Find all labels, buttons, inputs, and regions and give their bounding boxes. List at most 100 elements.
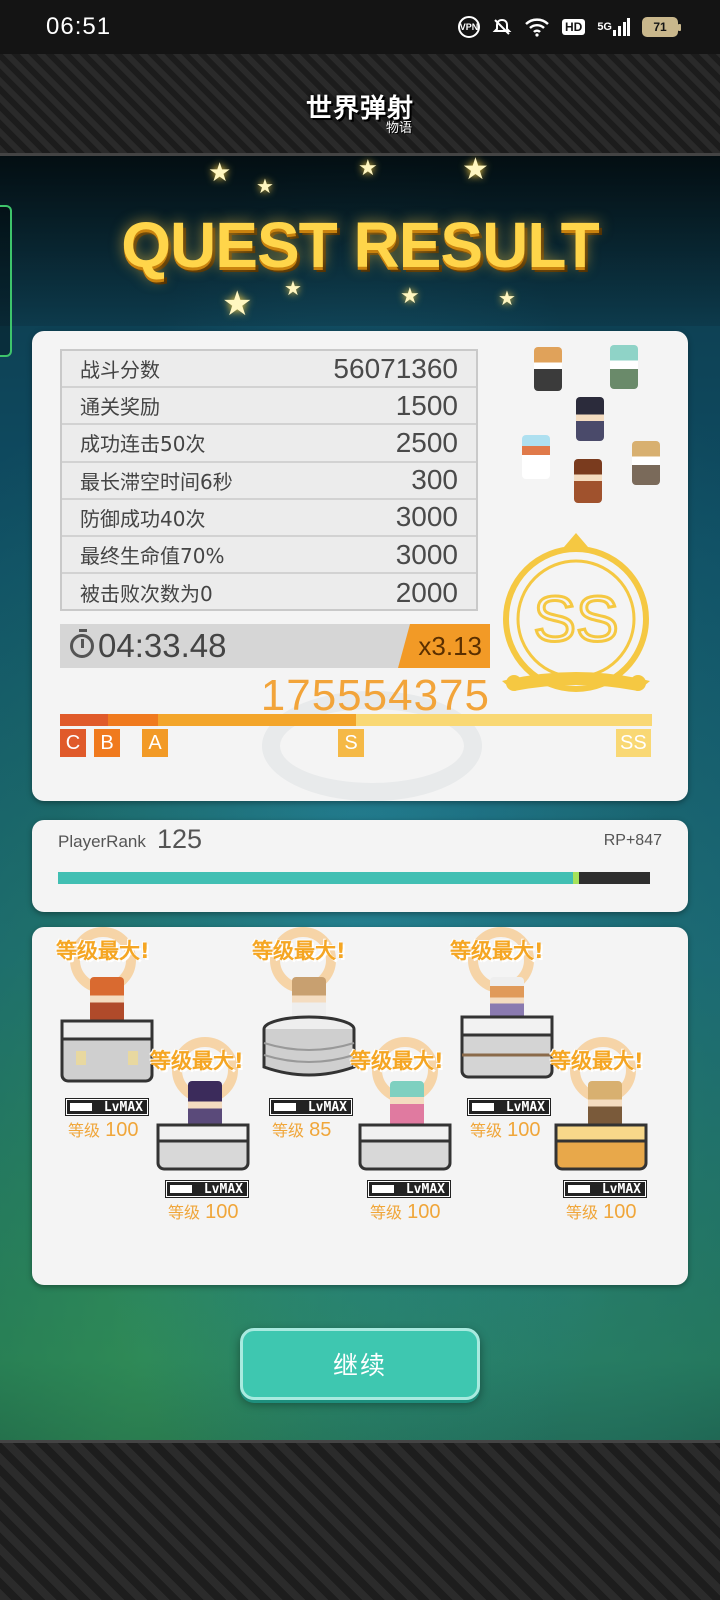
network-type: 5G xyxy=(597,21,612,33)
member-level: 等级 100 xyxy=(68,1117,138,1142)
status-time: 06:51 xyxy=(46,13,112,40)
rank-marker-b: B xyxy=(94,729,120,757)
level-max-label: 等级最大! xyxy=(150,1049,244,1073)
gauge-segment-c xyxy=(60,714,108,726)
team-member[interactable]: 等级最大! LvMAX 等级 100 xyxy=(550,1031,678,1271)
member-level: 等级 100 xyxy=(566,1199,636,1224)
character-sprite xyxy=(632,441,660,485)
level-max-label: 等级最大! xyxy=(252,939,346,963)
score-label: 最终生命值70% xyxy=(80,544,225,569)
level-max-label: 等级最大! xyxy=(450,939,544,963)
rank-marker-ss: SS xyxy=(616,729,651,757)
score-row: 成功连击50次 2500 xyxy=(62,425,476,463)
star-icon: ★ xyxy=(462,152,489,187)
member-level: 等级 85 xyxy=(272,1117,331,1142)
rank-marker-s: S xyxy=(338,729,364,757)
score-row: 被击败次数为0 2000 xyxy=(62,574,476,611)
score-value: 3000 xyxy=(395,538,458,570)
level-value: 100 xyxy=(507,1119,541,1141)
member-level: 等级 100 xyxy=(470,1117,540,1142)
rank-gauge xyxy=(60,714,652,726)
character-sprite xyxy=(522,435,550,479)
player-rank-panel: PlayerRank 125 RP+847 xyxy=(32,820,688,912)
score-table: 战斗分数 56071360 通关奖励 1500 成功连击50次 2500 最长滞空时间… xyxy=(60,349,478,611)
continue-button[interactable]: 继续 xyxy=(240,1328,480,1400)
score-multiplier: x3.13 xyxy=(398,624,490,668)
gauge-segment-b xyxy=(108,714,158,726)
team-panel: 等级最大! LvMAX 等级 100 等级最大! LvMAX 等级 100 等级… xyxy=(32,927,688,1285)
signal-5g-icon: 5G xyxy=(597,17,630,37)
score-label: 成功连击50次 xyxy=(80,432,206,457)
star-icon: ★ xyxy=(208,158,232,188)
player-rank-value: 125 xyxy=(157,824,203,854)
ss-rank-emblem: SS xyxy=(502,533,650,692)
rank-points-gained: RP+847 xyxy=(603,832,662,849)
gauge-segment-s xyxy=(356,714,652,726)
wifi-icon xyxy=(524,17,550,37)
score-label: 战斗分数 xyxy=(80,358,160,383)
level-prefix: 等级 xyxy=(168,1203,201,1222)
score-value: 2000 xyxy=(395,576,458,608)
status-icons: VPN HD 5G 71 xyxy=(457,16,681,38)
score-value: 3000 xyxy=(395,501,458,533)
vpn-icon: VPN xyxy=(457,16,480,38)
level-value: 100 xyxy=(205,1201,239,1223)
score-value: 1500 xyxy=(395,389,458,421)
star-icon: ★ xyxy=(222,284,253,324)
rank-marker-c: C xyxy=(60,729,86,757)
member-level: 等级 100 xyxy=(168,1199,238,1224)
level-value: 85 xyxy=(309,1119,332,1141)
star-icon: ★ xyxy=(256,174,274,198)
star-icon: ★ xyxy=(400,284,420,309)
rank-progress-bar xyxy=(58,872,650,884)
member-level: 等级 100 xyxy=(370,1199,440,1224)
star-icon: ★ xyxy=(358,156,378,181)
level-prefix: 等级 xyxy=(470,1121,503,1140)
bell-muted-icon xyxy=(492,17,512,37)
score-label: 防御成功40次 xyxy=(80,506,206,531)
lvmax-badge: LvMAX xyxy=(367,1180,451,1198)
score-label: 被击败次数为0 xyxy=(80,582,213,607)
score-row: 最终生命值70% 3000 xyxy=(62,537,476,575)
title-area: ★ ★ ★ ★ ★ ★ ★ ★ QUEST RESULT xyxy=(0,152,720,326)
rank-progress-fill xyxy=(58,872,573,884)
battery-icon: 71 xyxy=(642,17,681,37)
level-prefix: 等级 xyxy=(566,1203,599,1222)
lvmax-badge: LvMAX xyxy=(65,1098,149,1116)
character-sprite xyxy=(534,347,562,391)
score-row: 通关奖励 1500 xyxy=(62,388,476,426)
rank-progress-gain xyxy=(573,872,579,884)
score-value: 2500 xyxy=(395,426,458,458)
rank-marker-a: A xyxy=(142,729,168,757)
level-value: 100 xyxy=(603,1201,637,1223)
character-sprite xyxy=(574,459,602,503)
score-row: 最长滞空时间6秒 300 xyxy=(62,463,476,500)
lvmax-badge: LvMAX xyxy=(467,1098,551,1116)
score-label: 通关奖励 xyxy=(80,395,160,420)
clear-time: 04:33.48 xyxy=(98,627,227,664)
level-max-label: 等级最大! xyxy=(350,1049,444,1073)
stone-pedestal xyxy=(60,1019,154,1083)
lvmax-badge: LvMAX xyxy=(165,1180,249,1198)
page-title: QUEST RESULT xyxy=(121,209,600,281)
gauge-segment-a xyxy=(158,714,356,726)
score-label: 最长滞空时间6秒 xyxy=(80,469,233,494)
side-tab[interactable] xyxy=(0,205,12,357)
level-prefix: 等级 xyxy=(370,1203,403,1222)
level-value: 100 xyxy=(105,1119,139,1141)
rank-grade: SS xyxy=(533,583,618,655)
player-rank-label: PlayerRank xyxy=(58,832,146,851)
character-sprite xyxy=(576,397,604,441)
header-bar: 世界弹射 物语 xyxy=(0,54,720,156)
level-prefix: 等级 xyxy=(272,1121,305,1140)
lvmax-badge: LvMAX xyxy=(269,1098,353,1116)
logo-sub: 物语 xyxy=(385,121,412,136)
level-max-label: 等级最大! xyxy=(56,939,150,963)
level-value: 100 xyxy=(407,1201,441,1223)
clear-time-bar: 04:33.48 x3.13 xyxy=(60,624,490,668)
score-row: 战斗分数 56071360 xyxy=(62,351,476,389)
level-prefix: 等级 xyxy=(68,1121,101,1140)
result-panel: 战斗分数 56071360 通关奖励 1500 成功连击50次 2500 最长滞空时间… xyxy=(32,331,688,801)
stopwatch-icon xyxy=(70,629,94,658)
party-sprites xyxy=(494,335,674,515)
